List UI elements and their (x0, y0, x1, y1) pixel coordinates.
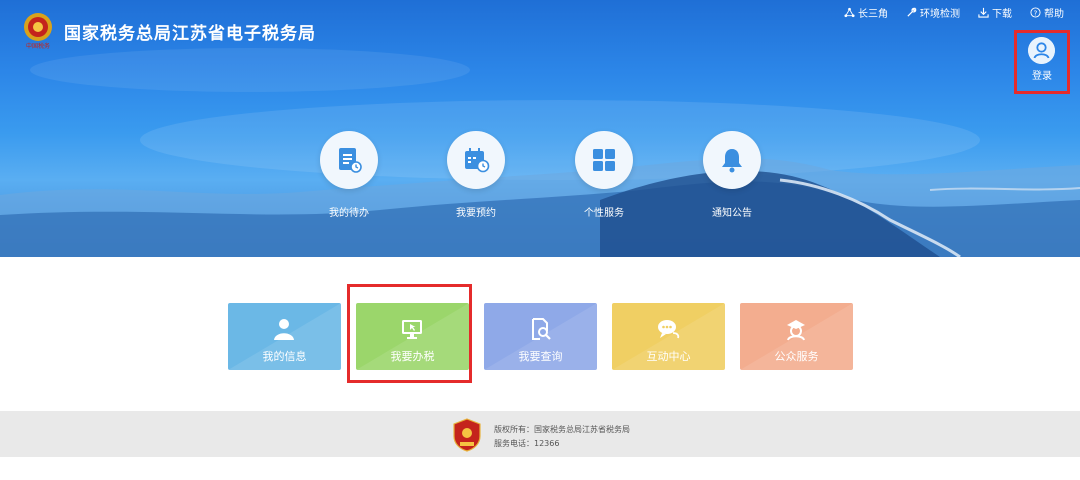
logo-script: 中国税务 (26, 42, 50, 50)
service-tile-query[interactable]: 我要查询 (484, 303, 597, 370)
service-tile-interaction[interactable]: 互动中心 (612, 303, 725, 370)
service-tile-my-info[interactable]: 我的信息 (228, 303, 341, 370)
quick-link-label: 通知公告 (712, 208, 752, 219)
highlight-frame (347, 284, 472, 383)
topnav-environment-check[interactable]: 环境检测 (906, 5, 960, 20)
svg-text:?: ? (1034, 8, 1038, 17)
site-title: 国家税务总局江苏省电子税务局 (64, 24, 316, 44)
todo-document-icon (339, 148, 362, 173)
hero-banner: 中国税务 国家税务总局江苏省电子税务局 长三角 环境检测 下载 ? 帮助 登录 (0, 0, 1080, 257)
topnav-help[interactable]: ? 帮助 (1030, 5, 1064, 20)
service-tile-label: 互动中心 (646, 350, 691, 363)
quick-link-appointment[interactable]: 我要预约 (439, 131, 513, 219)
footer-copyright: 版权所有：国家税务总局江苏省税务局 (494, 425, 630, 434)
login-button[interactable]: 登录 (1014, 30, 1070, 94)
user-icon (1028, 37, 1055, 64)
topnav-label: 下载 (992, 9, 1012, 20)
topnav-label: 环境检测 (920, 9, 960, 20)
party-government-badge-icon (453, 418, 481, 452)
service-tile-label: 我的信息 (262, 350, 307, 363)
quick-link-label: 我的待办 (329, 208, 369, 219)
topnav-yangtze-delta[interactable]: 长三角 (844, 5, 888, 20)
network-icon (844, 7, 855, 18)
chat-icon (658, 320, 680, 339)
download-icon (978, 7, 989, 18)
service-tile-public-service[interactable]: 公众服务 (740, 303, 853, 370)
quick-link-label: 个性服务 (584, 208, 624, 219)
top-nav: 长三角 环境检测 下载 ? 帮助 (844, 5, 1064, 20)
bell-icon (722, 149, 742, 173)
service-tile-label: 我要查询 (518, 350, 563, 363)
tax-emblem-icon: 中国税务 (24, 13, 52, 50)
login-label: 登录 (1032, 71, 1052, 82)
grid-icon (593, 149, 615, 171)
quick-link-personal-service[interactable]: 个性服务 (567, 131, 641, 219)
wrench-icon (907, 7, 917, 17)
search-document-icon (532, 318, 551, 340)
topnav-download[interactable]: 下载 (978, 5, 1012, 20)
quick-link-todo[interactable]: 我的待办 (312, 131, 386, 219)
quick-link-notices[interactable]: 通知公告 (695, 131, 769, 219)
footer-phone: 服务电话：12366 (494, 439, 560, 448)
topnav-label: 长三角 (858, 9, 888, 20)
calendar-clock-icon (465, 148, 490, 173)
quick-link-label: 我要预约 (456, 208, 496, 219)
topnav-label: 帮助 (1044, 9, 1064, 20)
service-tile-label: 公众服务 (774, 350, 819, 363)
person-icon (274, 319, 294, 340)
footer: 版权所有：国家税务总局江苏省税务局 服务电话：12366 (0, 411, 1080, 457)
help-icon: ? (1030, 7, 1041, 18)
service-icon (787, 320, 805, 341)
